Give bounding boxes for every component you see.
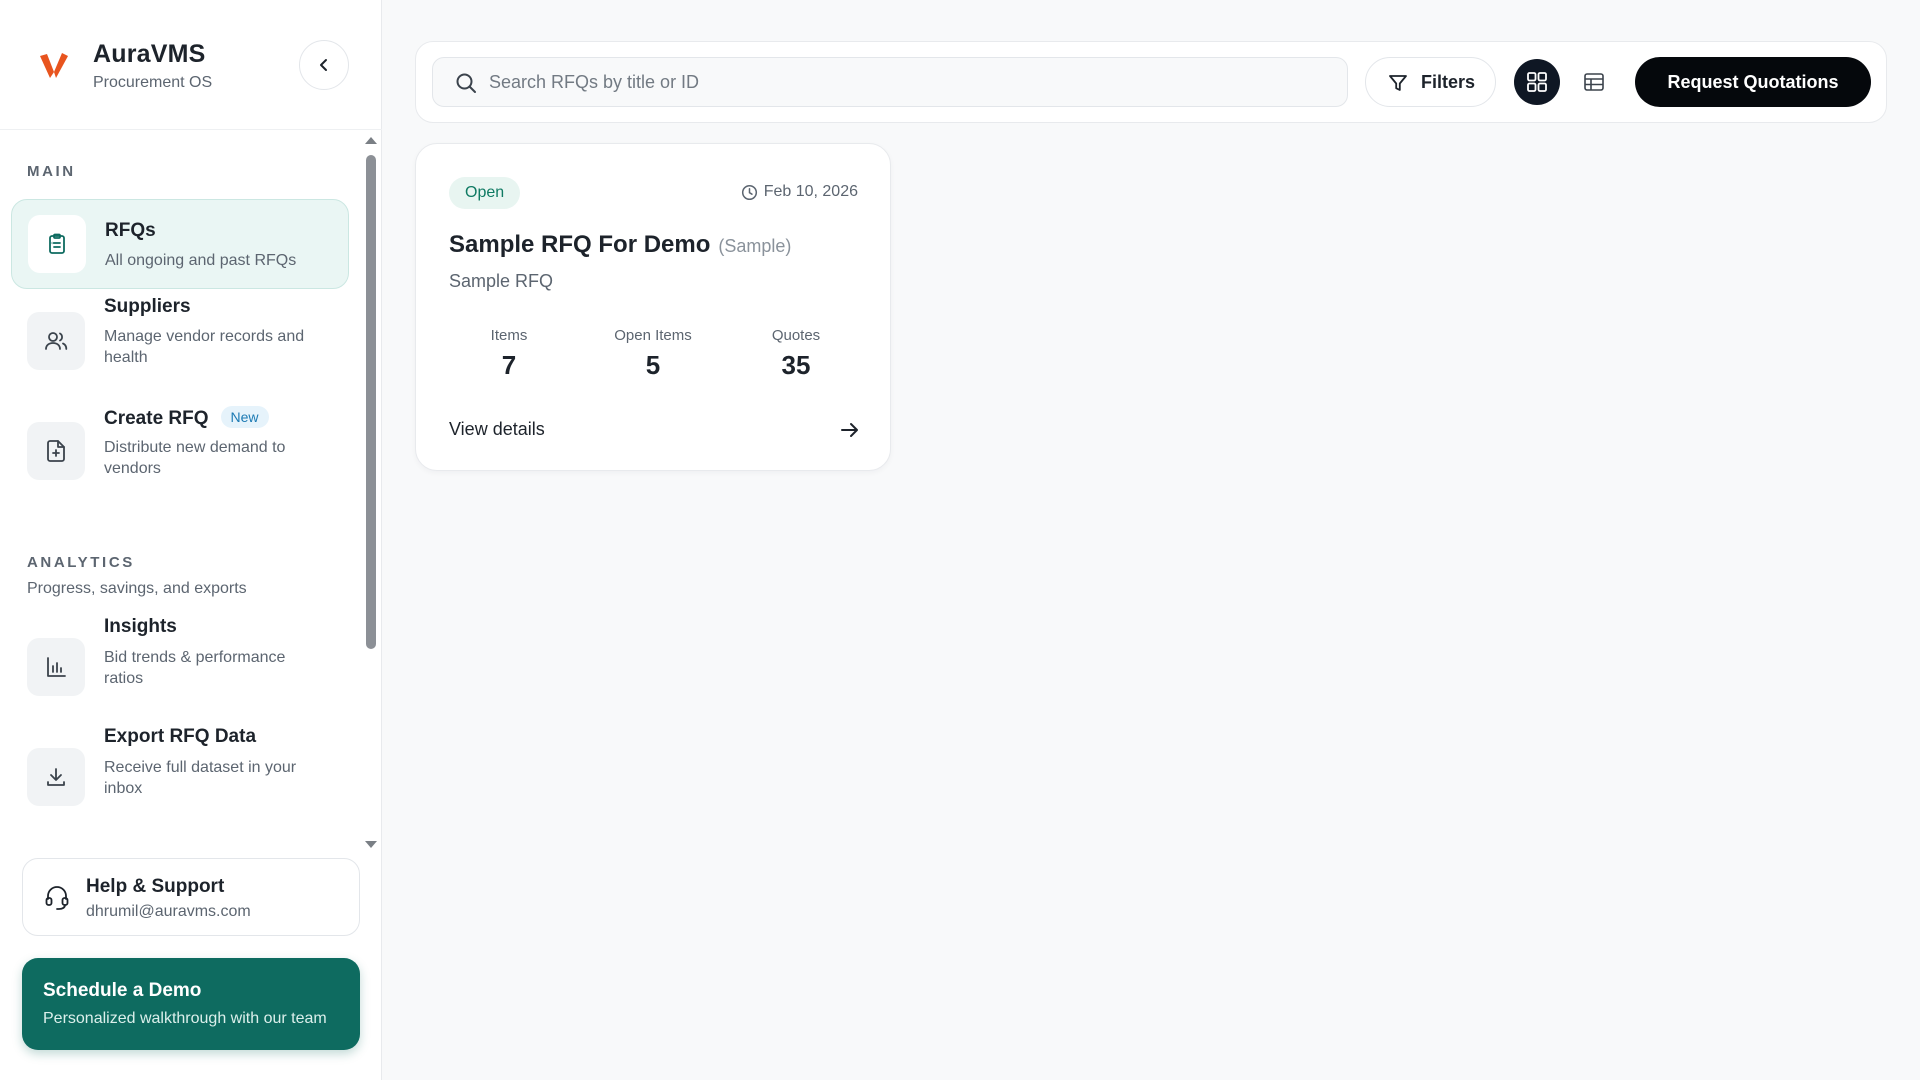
sidebar-nav: MAIN RFQs All ongoing and past RFQs Supp… xyxy=(0,131,382,851)
users-icon xyxy=(27,312,85,370)
stat-open-items: Open Items 5 xyxy=(588,327,718,381)
view-details-label: View details xyxy=(449,419,545,439)
sidebar-item-title: Insights xyxy=(104,616,177,637)
filters-button[interactable]: Filters xyxy=(1365,57,1496,107)
schedule-demo-title: Schedule a Demo xyxy=(43,980,202,1001)
schedule-demo-button[interactable]: Schedule a Demo Personalized walkthrough… xyxy=(22,958,360,1050)
chevron-left-icon xyxy=(320,59,327,71)
brand-subtitle: Procurement OS xyxy=(93,74,213,91)
status-badge: Open xyxy=(449,177,521,209)
sidebar: AuraVMS Procurement OS MAIN RFQs All ong… xyxy=(0,0,382,1080)
help-support-card[interactable]: Help & Support dhrumil@auravms.com xyxy=(22,858,360,936)
view-details-link[interactable]: View details xyxy=(449,416,861,446)
schedule-demo-subtitle: Personalized walkthrough with our team xyxy=(43,1010,327,1027)
sidebar-scrollbar[interactable] xyxy=(363,133,379,851)
grid-view-toggle[interactable] xyxy=(1514,59,1560,105)
sidebar-item-desc: Bid trends & performance ratios xyxy=(104,649,286,687)
sidebar-item-desc: Manage vendor records and health xyxy=(104,328,305,366)
sidebar-item-desc: All ongoing and past RFQs xyxy=(105,252,297,269)
headset-icon xyxy=(45,886,69,910)
help-support-email: dhrumil@auravms.com xyxy=(86,903,251,920)
scrollbar-thumb[interactable] xyxy=(366,155,376,649)
section-desc-analytics: Progress, savings, and exports xyxy=(27,580,247,597)
scroll-down-arrow-icon[interactable] xyxy=(365,841,377,848)
sidebar-item-insights[interactable]: Insights Bid trends & performance ratios xyxy=(11,616,349,716)
filter-icon xyxy=(1389,75,1407,91)
search-box xyxy=(432,57,1348,107)
stat-value: 35 xyxy=(781,350,811,380)
sidebar-item-title: Create RFQ New xyxy=(104,406,269,430)
table-view-toggle[interactable] xyxy=(1571,59,1617,105)
new-badge: New xyxy=(220,406,269,428)
stat-label: Items xyxy=(490,327,528,344)
collapse-sidebar-button[interactable] xyxy=(299,40,349,90)
rfq-sample-tag: (Sample) xyxy=(718,236,792,256)
sidebar-item-rfqs[interactable]: RFQs All ongoing and past RFQs xyxy=(11,199,349,289)
rfq-title: Sample RFQ For Demo (Sample) xyxy=(449,231,791,259)
rfq-date-text: Feb 10, 2026 xyxy=(763,183,858,200)
help-support-title: Help & Support xyxy=(86,876,225,897)
section-label-analytics: ANALYTICS xyxy=(27,554,135,571)
request-quotations-button[interactable]: Request Quotations xyxy=(1635,57,1871,107)
search-input[interactable] xyxy=(489,58,1329,106)
sidebar-item-title: Export RFQ Data xyxy=(104,726,257,747)
toolbar: Filters Request Quotations xyxy=(415,41,1887,123)
sidebar-item-export-rfq-data[interactable]: Export RFQ Data Receive full dataset in … xyxy=(11,726,349,826)
sidebar-item-create-rfq[interactable]: Create RFQ New Distribute new demand to v… xyxy=(11,406,349,506)
sidebar-item-desc: Receive full dataset in your inbox xyxy=(104,759,297,797)
arrow-right-icon xyxy=(841,423,858,437)
bar-chart-icon xyxy=(27,638,85,696)
scroll-up-arrow-icon[interactable] xyxy=(365,137,377,144)
clipboard-icon xyxy=(28,215,86,273)
sidebar-item-title-text: Create RFQ xyxy=(104,408,209,429)
rfq-date: Feb 10, 2026 xyxy=(741,183,858,201)
search-icon xyxy=(456,73,476,93)
rfq-subtitle: Sample RFQ xyxy=(449,271,554,291)
sidebar-item-desc: Distribute new demand to vendors xyxy=(104,439,286,477)
stat-label: Quotes xyxy=(771,327,821,344)
clock-icon xyxy=(741,184,757,200)
stat-items: Items 7 xyxy=(444,327,574,381)
sidebar-item-title: Suppliers xyxy=(104,296,191,317)
filters-label: Filters xyxy=(1421,72,1476,92)
sidebar-item-title: RFQs xyxy=(105,220,156,241)
file-plus-icon xyxy=(27,422,85,480)
rfq-card[interactable]: Open Feb 10, 2026 Sample RFQ For Demo (Sa… xyxy=(415,143,891,471)
stat-value: 7 xyxy=(501,350,517,380)
table-icon xyxy=(1584,73,1604,91)
stat-value: 5 xyxy=(645,350,661,380)
stat-quotes: Quotes 35 xyxy=(731,327,861,381)
stat-label: Open Items xyxy=(614,327,692,344)
rfq-title-text: Sample RFQ For Demo xyxy=(449,231,711,258)
brand-logo-icon xyxy=(40,53,68,78)
section-label-main: MAIN xyxy=(27,163,76,180)
sidebar-item-suppliers[interactable]: Suppliers Manage vendor records and heal… xyxy=(11,296,349,396)
brand-name: AuraVMS xyxy=(93,40,206,68)
grid-icon xyxy=(1527,72,1547,92)
brand-header: AuraVMS Procurement OS xyxy=(0,0,382,130)
download-icon xyxy=(27,748,85,806)
